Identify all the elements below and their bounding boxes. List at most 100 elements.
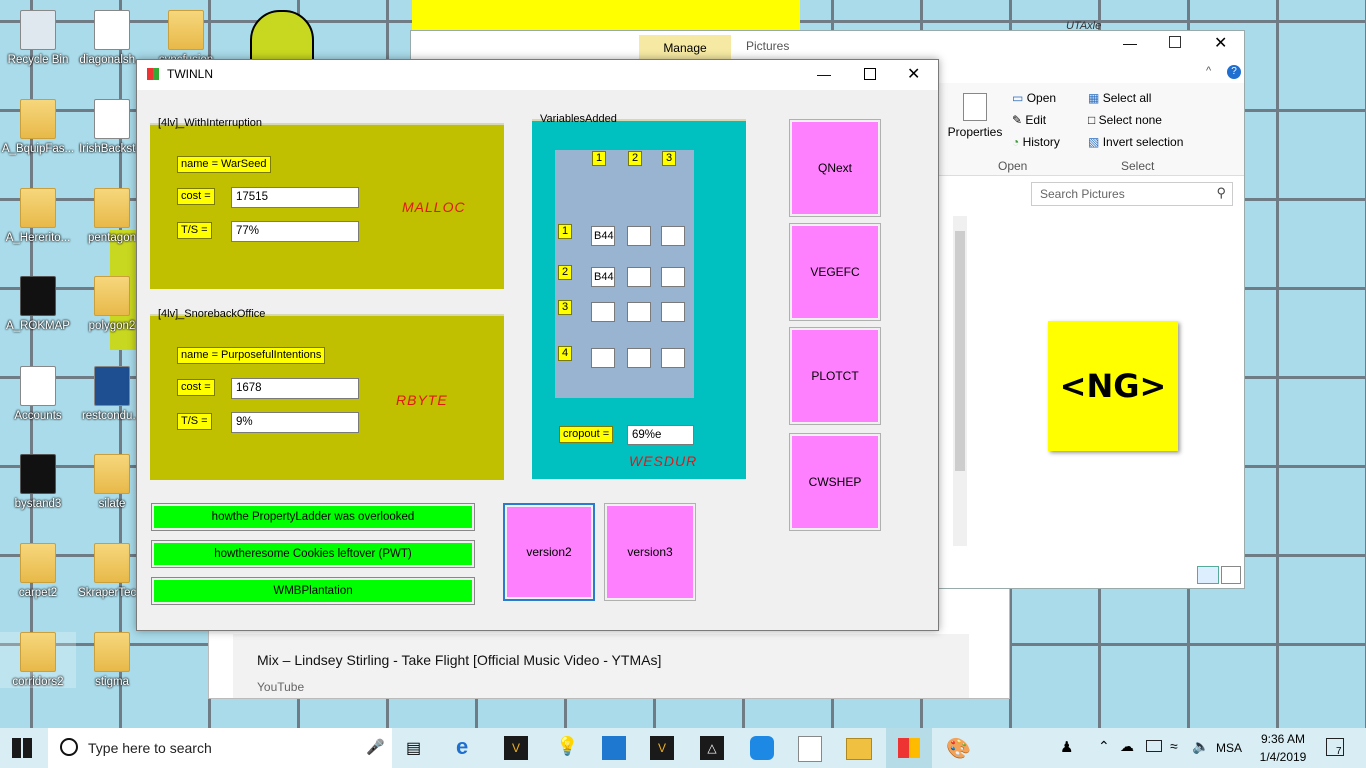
app-icon-arrow[interactable] <box>602 736 626 760</box>
explorer-close-button[interactable]: ✕ <box>1214 33 1227 53</box>
folder-icon <box>20 188 56 228</box>
properties-button[interactable]: Properties <box>946 87 1004 139</box>
triangle-app-icon[interactable]: △ <box>700 736 724 760</box>
history-icon: ◔ <box>1012 135 1020 149</box>
qnext-button[interactable]: QNext <box>789 119 881 217</box>
large-icons-view-icon[interactable] <box>1221 566 1241 584</box>
file-explorer-icon[interactable] <box>846 738 872 760</box>
desktop-icon-a-hererito[interactable]: A_Hererito... <box>0 188 76 244</box>
desktop-icon-carpet2[interactable]: carpet2 <box>0 543 76 599</box>
ts-input[interactable]: 9% <box>231 412 359 433</box>
cell-r4-c1[interactable] <box>591 348 615 368</box>
invert-selection-button[interactable]: ▧ Invert selection <box>1088 135 1183 149</box>
volume-icon[interactable]: 🔈 <box>1192 738 1209 755</box>
group-legend: VariablesAdded <box>540 113 617 125</box>
twinln-app-icon <box>898 738 920 758</box>
desktop-icon-label: A_ROKMAP <box>6 320 70 332</box>
version2-button[interactable]: version2 <box>503 503 595 601</box>
scroll-thumb[interactable] <box>955 231 965 471</box>
cell-r1-c1[interactable]: B44 <box>591 226 615 246</box>
chat-app-icon[interactable] <box>750 736 774 760</box>
cell-r3-c3[interactable] <box>661 302 685 322</box>
desktop-icon-diagonalsh[interactable]: diagonalsh... <box>74 10 150 66</box>
edge-icon[interactable]: e <box>456 734 468 760</box>
cost-input[interactable]: 1678 <box>231 378 359 399</box>
people-icon[interactable]: ♟ <box>1060 738 1073 756</box>
vegefc-button[interactable]: VEGEFC <box>789 223 881 321</box>
task-view-icon[interactable]: ▤ <box>406 738 421 758</box>
explorer-minimize-button[interactable]: — <box>1123 35 1137 51</box>
select-all-button[interactable]: ▦ Select all <box>1088 91 1151 105</box>
document-app-icon[interactable] <box>798 736 822 762</box>
wmb-plantation-button[interactable]: WMBPlantation <box>151 577 475 605</box>
file-icon <box>20 276 56 316</box>
desktop-icon-corridors2[interactable]: corridors2 <box>0 632 76 688</box>
cell-r1-c2[interactable] <box>627 226 651 246</box>
youtube-title[interactable]: Mix – Lindsey Stirling - Take Flight [Of… <box>257 652 661 668</box>
maximize-button[interactable] <box>864 68 876 80</box>
cell-r2-c3[interactable] <box>661 267 685 287</box>
desktop-icon-a-bquipfas[interactable]: A_BquipFas... <box>0 99 76 155</box>
lightbulb-icon[interactable]: 💡 <box>556 736 578 757</box>
taskbar-search-placeholder: Type here to search <box>88 740 212 756</box>
clock-date[interactable]: 1/4/2019 <box>1256 750 1310 764</box>
cell-r2-c2[interactable] <box>627 267 651 287</box>
close-button[interactable]: ✕ <box>907 64 920 84</box>
app-icon-v2[interactable]: V <box>650 736 674 760</box>
language-indicator[interactable]: MSA <box>1216 741 1242 755</box>
image-thumbnail[interactable]: <NG> <box>1048 321 1178 451</box>
windows-icon <box>12 738 32 758</box>
window-title: TWINLN <box>167 67 213 81</box>
group-with-interruption: [4lv]_WithInterruption name = WarSeed co… <box>150 117 504 289</box>
row-header-3: 3 <box>558 300 573 315</box>
select-none-button[interactable]: □ Select none <box>1088 113 1162 127</box>
cell-r1-c3[interactable] <box>661 226 685 246</box>
wifi-icon[interactable]: ≈ <box>1170 738 1178 754</box>
desktop-icon-syncfusion[interactable]: syncfusion <box>148 10 224 66</box>
desktop-icon-a-rokmap[interactable]: A_ROKMAP <box>0 276 76 332</box>
taskbar-search-box[interactable]: Type here to search 🎤 <box>48 728 392 768</box>
clock-time[interactable]: 9:36 AM <box>1258 732 1308 746</box>
cell-r4-c2[interactable] <box>627 348 651 368</box>
version3-button[interactable]: version3 <box>604 503 696 601</box>
battery-icon[interactable] <box>1146 740 1162 752</box>
cloud-icon[interactable]: ☁ <box>1120 738 1134 755</box>
cell-r4-c3[interactable] <box>661 348 685 368</box>
desktop-icon-label: pentagon <box>88 232 136 244</box>
details-view-icon[interactable] <box>1197 566 1219 584</box>
select-all-label: Select all <box>1102 91 1152 105</box>
twinln-taskbar-icon[interactable] <box>886 728 932 768</box>
nav-pane-scrollbar[interactable] <box>953 216 967 546</box>
help-icon[interactable]: ? <box>1227 65 1241 79</box>
cell-r3-c2[interactable] <box>627 302 651 322</box>
ribbon-collapse-icon[interactable]: ^ <box>1206 65 1211 77</box>
open-button[interactable]: ▭ Open <box>1012 91 1056 105</box>
youtube-card[interactable]: Mix – Lindsey Stirling - Take Flight [Of… <box>233 634 969 698</box>
cwshep-button[interactable]: CWSHEP <box>789 433 881 531</box>
cropout-input[interactable]: 69%e <box>627 425 694 445</box>
property-ladder-button[interactable]: howthe PropertyLadder was overlooked <box>151 503 475 531</box>
minimize-button[interactable]: — <box>817 66 831 82</box>
background-shape <box>250 10 314 64</box>
chevron-up-icon[interactable]: ⌃ <box>1098 738 1110 755</box>
ts-input[interactable]: 77% <box>231 221 359 242</box>
desktop-icon-recycle-bin[interactable]: Recycle Bin <box>0 10 76 66</box>
manage-tab[interactable]: Manage <box>639 35 731 61</box>
cookies-leftover-button[interactable]: howtheresome Cookies leftover (PWT) <box>151 540 475 568</box>
desktop-icon-accounts[interactable]: Accounts <box>0 366 76 422</box>
paint-icon[interactable]: 🎨 <box>946 736 971 761</box>
app-icon-v[interactable]: V <box>504 736 528 760</box>
explorer-maximize-button[interactable] <box>1169 36 1181 48</box>
start-button[interactable] <box>12 738 32 758</box>
desktop-icon-stigma[interactable]: stigma <box>74 632 150 688</box>
cell-r2-c1[interactable]: B44 <box>591 267 615 287</box>
select-none-label: Select none <box>1098 113 1162 127</box>
desktop-icon-bystand3[interactable]: bystand3 <box>0 454 76 510</box>
edit-button[interactable]: ✎ Edit <box>1012 113 1046 127</box>
cell-r3-c1[interactable] <box>591 302 615 322</box>
plotct-button[interactable]: PLOTCT <box>789 327 881 425</box>
cost-input[interactable]: 17515 <box>231 187 359 208</box>
search-box[interactable]: Search Pictures ⚲ <box>1031 182 1233 206</box>
invert-selection-icon: ▧ <box>1088 135 1100 149</box>
history-button[interactable]: ◔ History <box>1012 135 1060 149</box>
